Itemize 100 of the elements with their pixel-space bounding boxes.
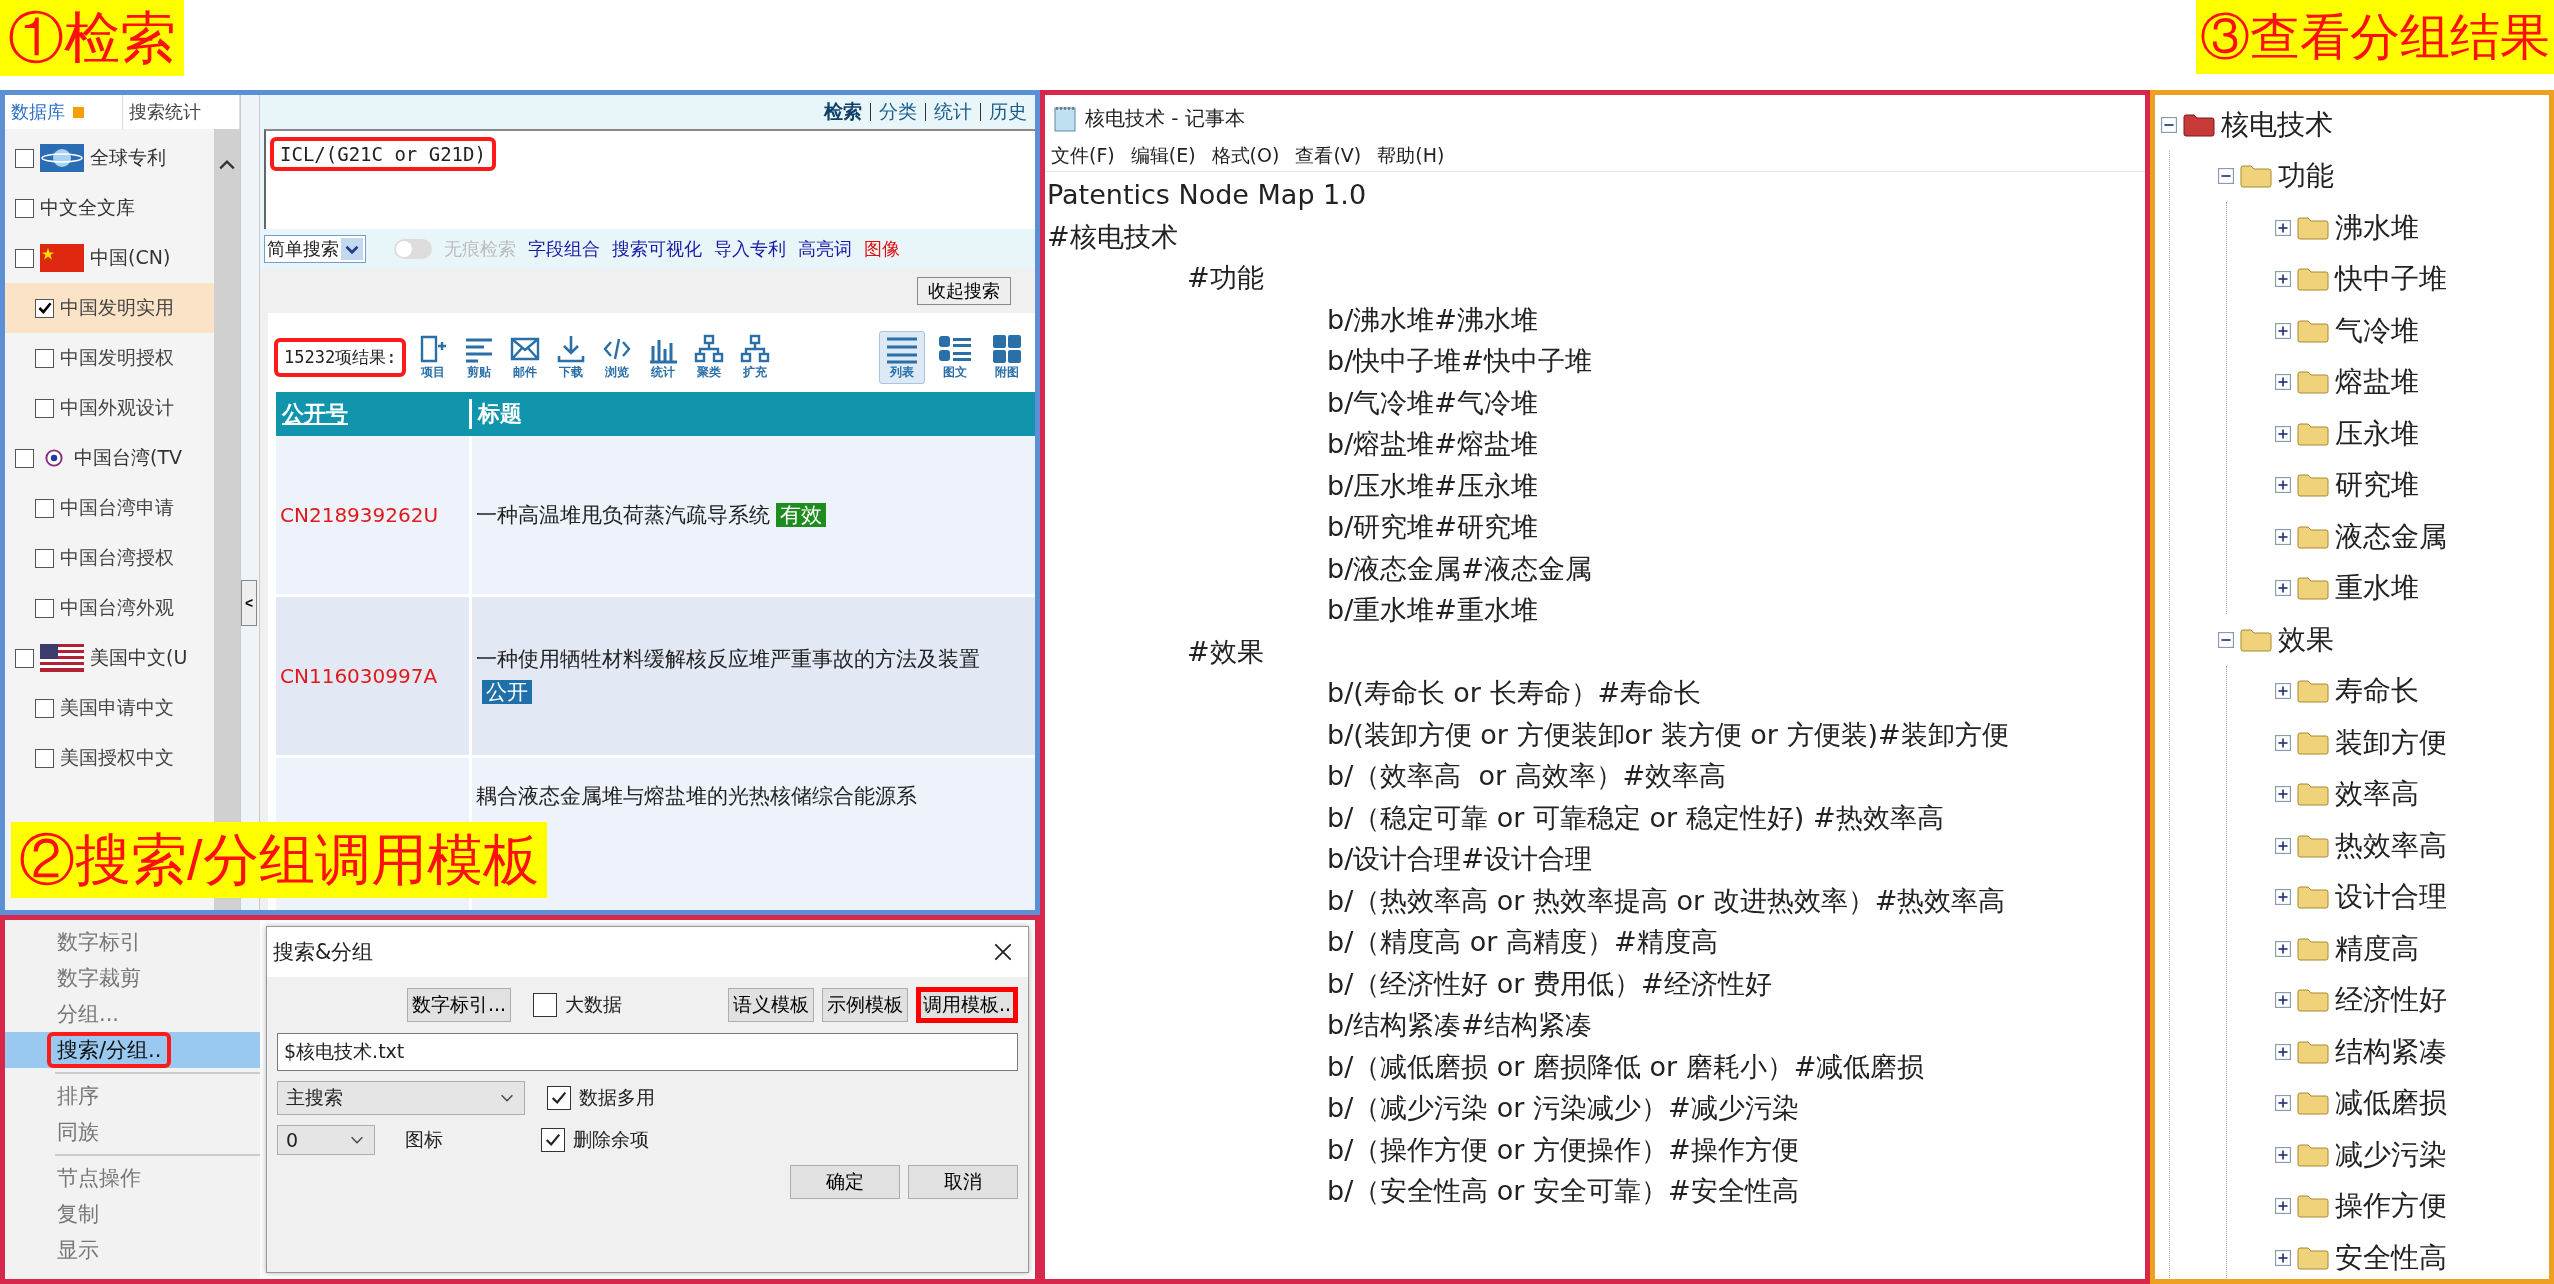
- tree-node[interactable]: 热效率高: [2335, 826, 2447, 865]
- toolbar-button[interactable]: 下载: [552, 332, 591, 383]
- expand-icon[interactable]: [2275, 889, 2291, 906]
- option-link[interactable]: 图像: [864, 237, 900, 261]
- nav-link[interactable]: 分类: [879, 99, 917, 125]
- menu-item[interactable]: 排序: [5, 1078, 260, 1114]
- view-button[interactable]: 附图: [985, 332, 1029, 383]
- tree-node[interactable]: 减少污染: [2335, 1135, 2447, 1174]
- checkbox[interactable]: [35, 398, 54, 418]
- checkbox[interactable]: [35, 498, 54, 518]
- expand-icon[interactable]: [2275, 734, 2291, 751]
- collapse-icon[interactable]: [2218, 631, 2234, 648]
- expand-icon[interactable]: [2275, 837, 2291, 854]
- collapse-button[interactable]: <: [241, 579, 257, 626]
- toolbar-button[interactable]: 项目: [414, 332, 453, 383]
- option-link[interactable]: 字段组合: [528, 237, 600, 261]
- database-item[interactable]: 中国台湾授权: [5, 533, 214, 583]
- menu-item[interactable]: 格式(O): [1211, 143, 1280, 169]
- checkbox[interactable]: [541, 1128, 565, 1152]
- expand-icon[interactable]: [2275, 992, 2291, 1009]
- collapse-search-button[interactable]: 收起搜索: [917, 277, 1011, 305]
- expand-icon[interactable]: [2275, 580, 2291, 597]
- tree-node[interactable]: 效率高: [2335, 775, 2419, 814]
- menu-item[interactable]: 数字裁剪: [5, 960, 260, 996]
- tree-node[interactable]: 压永堆: [2335, 414, 2419, 453]
- database-item[interactable]: 全球专利: [5, 133, 214, 183]
- database-item[interactable]: 中国发明实用: [5, 283, 214, 333]
- view-button[interactable]: 图文: [933, 332, 977, 383]
- tree-node[interactable]: 快中子堆: [2335, 260, 2447, 299]
- tree-node[interactable]: 安全性高: [2335, 1238, 2447, 1277]
- expand-icon[interactable]: [2275, 219, 2291, 236]
- expand-icon[interactable]: [2275, 1249, 2291, 1266]
- menu-item[interactable]: 同族: [5, 1114, 260, 1150]
- patent-number-link[interactable]: CN116030997A: [280, 660, 438, 692]
- checkbox[interactable]: [15, 648, 34, 668]
- collapse-icon[interactable]: [2161, 116, 2177, 133]
- patent-number-link[interactable]: CN218939262U: [280, 499, 439, 531]
- template-button[interactable]: 调用模板..: [915, 987, 1018, 1023]
- expand-icon[interactable]: [2275, 322, 2291, 339]
- checkbox[interactable]: [35, 598, 54, 618]
- toolbar-button[interactable]: 聚类: [690, 332, 729, 383]
- menu-item[interactable]: 分组...: [5, 996, 260, 1032]
- tree-node[interactable]: 研究堆: [2335, 466, 2419, 505]
- checkbox[interactable]: [533, 993, 558, 1017]
- expand-icon[interactable]: [2275, 786, 2291, 803]
- checkbox[interactable]: [547, 1086, 571, 1110]
- option-link[interactable]: 搜索可视化: [612, 237, 702, 261]
- expand-icon[interactable]: [2275, 1095, 2291, 1112]
- collapse-icon[interactable]: [2218, 168, 2234, 185]
- tree-node[interactable]: 经济性好: [2335, 981, 2447, 1020]
- expand-icon[interactable]: [2275, 1043, 2291, 1060]
- index-button[interactable]: 数字标引...: [407, 988, 512, 1022]
- tree-node[interactable]: 熔盐堆: [2335, 363, 2419, 402]
- menu-item[interactable]: 编辑(E): [1130, 143, 1196, 169]
- database-item[interactable]: 中国外观设计: [5, 383, 214, 433]
- checkbox[interactable]: [35, 298, 54, 318]
- tree-node[interactable]: 结构紧凑: [2335, 1032, 2447, 1071]
- toolbar-button[interactable]: 浏览: [598, 332, 637, 383]
- database-item[interactable]: 中国(CN): [5, 233, 214, 283]
- checkbox[interactable]: [35, 348, 54, 368]
- expand-icon[interactable]: [2275, 1146, 2291, 1163]
- toolbar-button[interactable]: 统计: [644, 332, 683, 383]
- nav-link[interactable]: 统计: [934, 99, 972, 125]
- checkbox[interactable]: [15, 448, 34, 468]
- expand-icon[interactable]: [2275, 1198, 2291, 1215]
- checkbox[interactable]: [15, 148, 34, 168]
- database-item[interactable]: 美国申请中文: [5, 683, 214, 733]
- nav-link[interactable]: 检索: [824, 99, 862, 125]
- database-item[interactable]: 美国授权中文: [5, 733, 214, 783]
- tree-node[interactable]: 精度高: [2335, 929, 2419, 968]
- checkbox[interactable]: [35, 748, 54, 768]
- expand-icon[interactable]: [2275, 425, 2291, 442]
- menu-item[interactable]: 数字标引: [5, 924, 260, 960]
- toggle-switch[interactable]: [394, 239, 432, 259]
- file-input[interactable]: $核电技术.txt: [277, 1033, 1018, 1071]
- menu-item[interactable]: 查看(V): [1295, 143, 1362, 169]
- tree-node[interactable]: 寿命长: [2335, 672, 2419, 711]
- expand-icon[interactable]: [2275, 683, 2291, 700]
- expand-icon[interactable]: [2275, 528, 2291, 545]
- database-item[interactable]: 中国台湾申请: [5, 483, 214, 533]
- query-field[interactable]: ICL/(G21C or G21D): [264, 129, 1035, 229]
- option-link[interactable]: 导入专利: [714, 237, 786, 261]
- tree-node[interactable]: 气冷堆: [2335, 311, 2419, 350]
- database-item[interactable]: 中国发明授权: [5, 333, 214, 383]
- tree-node[interactable]: 效果: [2278, 620, 2334, 659]
- menu-item[interactable]: 帮助(H): [1377, 143, 1445, 169]
- tree-node[interactable]: 操作方便: [2335, 1187, 2447, 1226]
- menu-item[interactable]: 复制: [5, 1196, 260, 1232]
- view-button[interactable]: 列表: [879, 331, 925, 384]
- database-item[interactable]: 美国中文(U: [5, 633, 214, 683]
- dialog-button[interactable]: 确定: [790, 1165, 900, 1199]
- tree-node[interactable]: 沸水堆: [2335, 208, 2419, 247]
- checkbox[interactable]: [15, 198, 34, 218]
- tree-node[interactable]: 设计合理: [2335, 878, 2447, 917]
- sidebar-tab[interactable]: 数据库: [5, 95, 123, 129]
- expand-icon[interactable]: [2275, 271, 2291, 288]
- mode-select[interactable]: 简单搜索: [264, 235, 366, 263]
- option-link[interactable]: 高亮词: [798, 237, 852, 261]
- menu-item[interactable]: 文件(F): [1051, 143, 1115, 169]
- tree-node[interactable]: 核电技术: [2221, 105, 2333, 144]
